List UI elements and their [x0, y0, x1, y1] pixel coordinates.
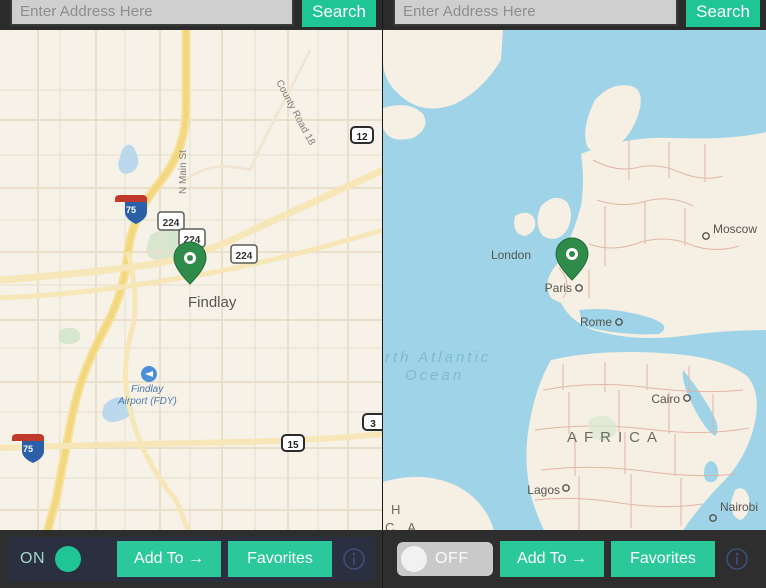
- map-label-findlay-airport-line1: Findlay: [131, 384, 164, 395]
- map-panel-left: County Road 18 N Main St Findlay Findlay…: [0, 0, 383, 588]
- map-panel-right: rth Atlantic Ocean AFRICA H C A London P…: [383, 0, 766, 588]
- map-label-paris: Paris: [545, 281, 572, 295]
- svg-text:15: 15: [287, 440, 299, 451]
- favorites-button-left[interactable]: Favorites: [228, 541, 332, 577]
- add-to-button-left[interactable]: Add To →: [117, 541, 221, 577]
- svg-text:75: 75: [126, 205, 136, 215]
- route-shield-sr15: 15: [281, 434, 305, 452]
- favorites-button-right[interactable]: Favorites: [611, 541, 715, 577]
- svg-text:224: 224: [236, 251, 253, 262]
- map-label-cairo: Cairo: [651, 392, 680, 406]
- bottom-toolbar-left: ON Add To → Favorites: [0, 530, 383, 588]
- add-to-button-right[interactable]: Add To →: [500, 541, 604, 577]
- route-shield-sr12: 12: [350, 126, 374, 144]
- route-shield-us224-b: 224: [231, 245, 257, 263]
- info-button-right[interactable]: [722, 544, 752, 574]
- search-button-left[interactable]: Search: [302, 0, 376, 27]
- map-label-north-atlantic-line1: rth Atlantic: [385, 349, 491, 366]
- location-toggle-right[interactable]: OFF: [397, 542, 493, 576]
- map-label-nairobi: Nairobi: [720, 500, 758, 514]
- toggle-knob-right: [401, 546, 427, 572]
- map-label-n-main-st: N Main St: [178, 150, 189, 194]
- svg-text:3: 3: [370, 419, 376, 430]
- address-input-left[interactable]: Enter Address Here: [10, 0, 294, 26]
- address-input-right[interactable]: Enter Address Here: [393, 0, 678, 26]
- map-label-moscow: Moscow: [713, 222, 757, 236]
- search-bar-left: Enter Address Here Search: [0, 0, 382, 30]
- svg-text:75: 75: [23, 444, 33, 454]
- map-label-rome: Rome: [580, 315, 612, 329]
- map-label-findlay-airport-line2: Airport (FDY): [117, 396, 177, 407]
- svg-text:224: 224: [163, 218, 180, 229]
- map-label-north-atlantic-line2: Ocean: [405, 367, 464, 384]
- toggle-knob-left: [55, 546, 81, 572]
- info-circle-icon: [342, 547, 366, 571]
- toggle-state-label-right: OFF: [435, 550, 469, 568]
- toggle-state-label-left: ON: [20, 550, 45, 568]
- search-bar-right: Enter Address Here Search: [383, 0, 766, 30]
- info-button-left[interactable]: [339, 544, 369, 574]
- search-button-right[interactable]: Search: [686, 0, 760, 27]
- bottom-toolbar-right: OFF Add To → Favorites: [383, 530, 766, 588]
- route-shield-sr3: 3: [362, 413, 383, 431]
- info-circle-icon: [725, 547, 749, 571]
- map-label-london: London: [491, 248, 531, 262]
- map-label-africa: AFRICA: [567, 429, 664, 446]
- dual-map-screenshot: County Road 18 N Main St Findlay Findlay…: [0, 0, 766, 588]
- route-shield-us224-a: 224: [158, 212, 184, 230]
- map-canvas-europe-africa[interactable]: rth Atlantic Ocean AFRICA H C A London P…: [383, 30, 766, 558]
- map-label-findlay: Findlay: [188, 294, 237, 311]
- location-toggle-left[interactable]: ON: [14, 542, 110, 576]
- map-canvas-findlay[interactable]: County Road 18 N Main St Findlay Findlay…: [0, 30, 383, 558]
- svg-text:12: 12: [356, 132, 368, 143]
- map-label-lagos: Lagos: [527, 483, 560, 497]
- map-label-south-america-line1: H: [391, 502, 405, 517]
